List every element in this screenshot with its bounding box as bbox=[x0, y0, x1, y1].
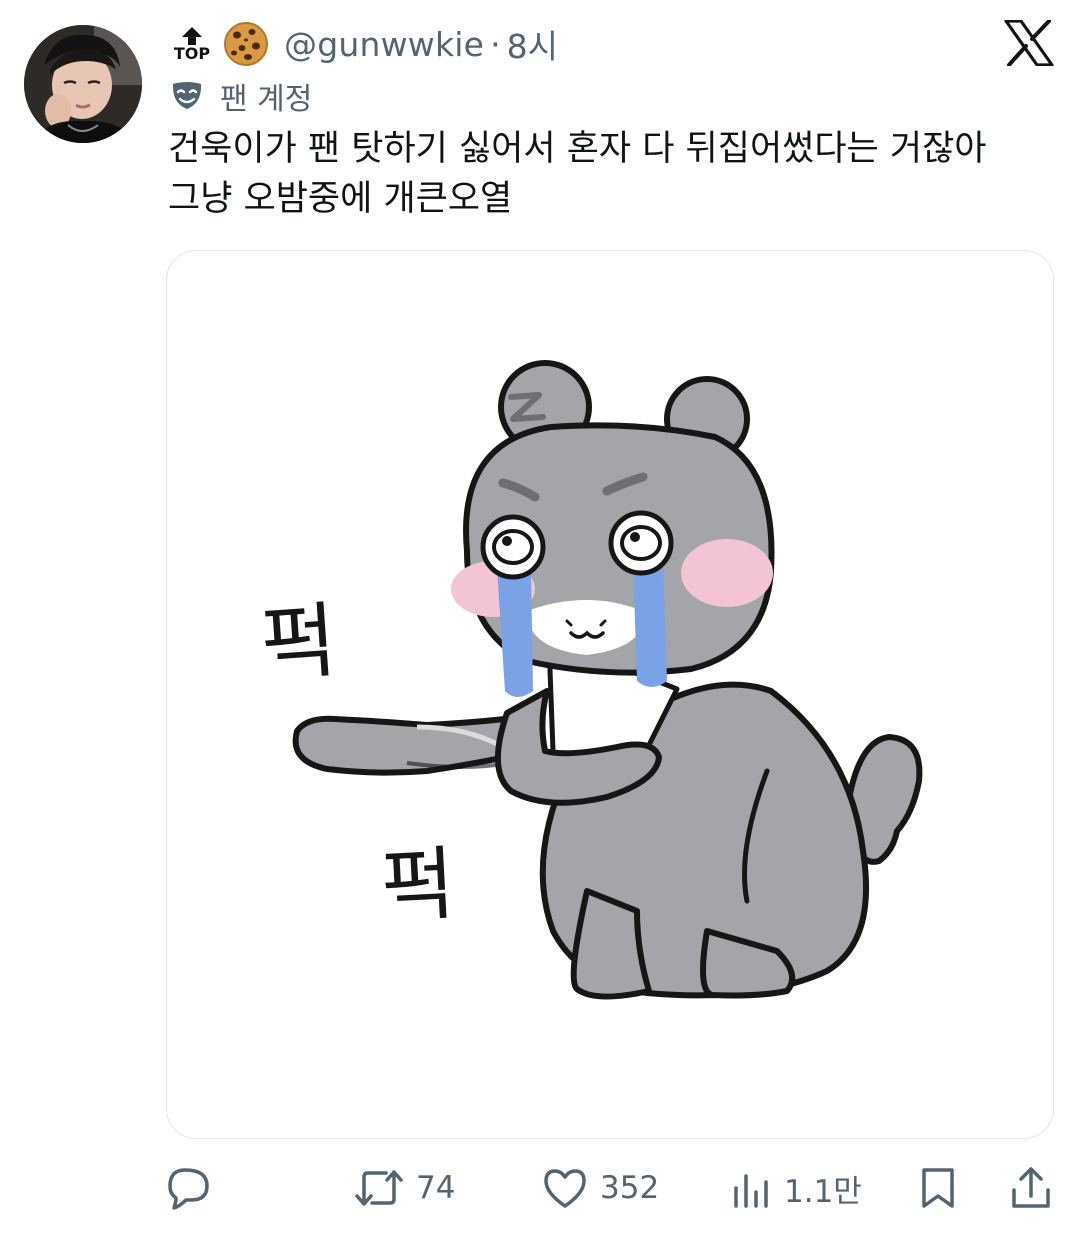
top-badge-label: TOP bbox=[173, 43, 211, 63]
tweet-text-line: 건욱이가 팬 탓하기 싫어서 혼자 다 뒤집어썼다는 거잖아 bbox=[168, 129, 987, 169]
sfx-text-bottom: 퍽 bbox=[379, 837, 457, 934]
action-bar: 74 352 1.1만 bbox=[0, 1160, 1080, 1216]
cookie-icon bbox=[224, 22, 268, 66]
crying-character-illustration: 퍽 퍽 bbox=[258, 360, 923, 1000]
views-count: 1.1만 bbox=[784, 1173, 862, 1210]
retweet-count: 74 bbox=[416, 1170, 456, 1206]
reply-button[interactable] bbox=[166, 1160, 212, 1216]
tweet-time[interactable]: 8시 bbox=[507, 20, 558, 68]
theater-mask-icon bbox=[172, 82, 202, 109]
tweet-header: TOP @gunwwkie · 8시 bbox=[170, 16, 558, 72]
retweet-icon bbox=[355, 1170, 403, 1206]
avatar-photo bbox=[24, 25, 142, 143]
like-count: 352 bbox=[600, 1170, 660, 1206]
account-label-row: 팬 계정 bbox=[170, 76, 313, 117]
author-handle[interactable]: @gunwwkie bbox=[284, 25, 484, 64]
share-button[interactable] bbox=[1010, 1160, 1052, 1216]
views-button[interactable]: 1.1만 bbox=[732, 1160, 862, 1216]
bookmark-icon bbox=[922, 1168, 954, 1208]
share-icon bbox=[1012, 1167, 1050, 1208]
account-label: 팬 계정 bbox=[220, 82, 313, 117]
heart-icon bbox=[544, 1169, 586, 1208]
top-badge: TOP bbox=[170, 18, 214, 70]
like-button[interactable]: 352 bbox=[542, 1160, 659, 1216]
separator-dot: · bbox=[490, 24, 501, 64]
reply-icon bbox=[168, 1168, 209, 1210]
bookmark-button[interactable] bbox=[918, 1160, 958, 1216]
media-image[interactable]: 퍽 퍽 bbox=[166, 250, 1054, 1139]
retweet-button[interactable]: 74 bbox=[354, 1160, 455, 1216]
views-icon bbox=[734, 1174, 768, 1208]
avatar[interactable] bbox=[24, 25, 142, 143]
tweet-text: 건욱이가 팬 탓하기 싫어서 혼자 다 뒤집어썼다는 거잖아 그냥 오밤중에 개… bbox=[168, 124, 1048, 224]
sfx-text-top: 퍽 bbox=[258, 593, 340, 693]
tweet-text-line: 그냥 오밤중에 개큰오열 bbox=[168, 179, 513, 219]
arrow-up-icon bbox=[182, 26, 202, 45]
x-logo-icon[interactable] bbox=[1004, 20, 1054, 66]
